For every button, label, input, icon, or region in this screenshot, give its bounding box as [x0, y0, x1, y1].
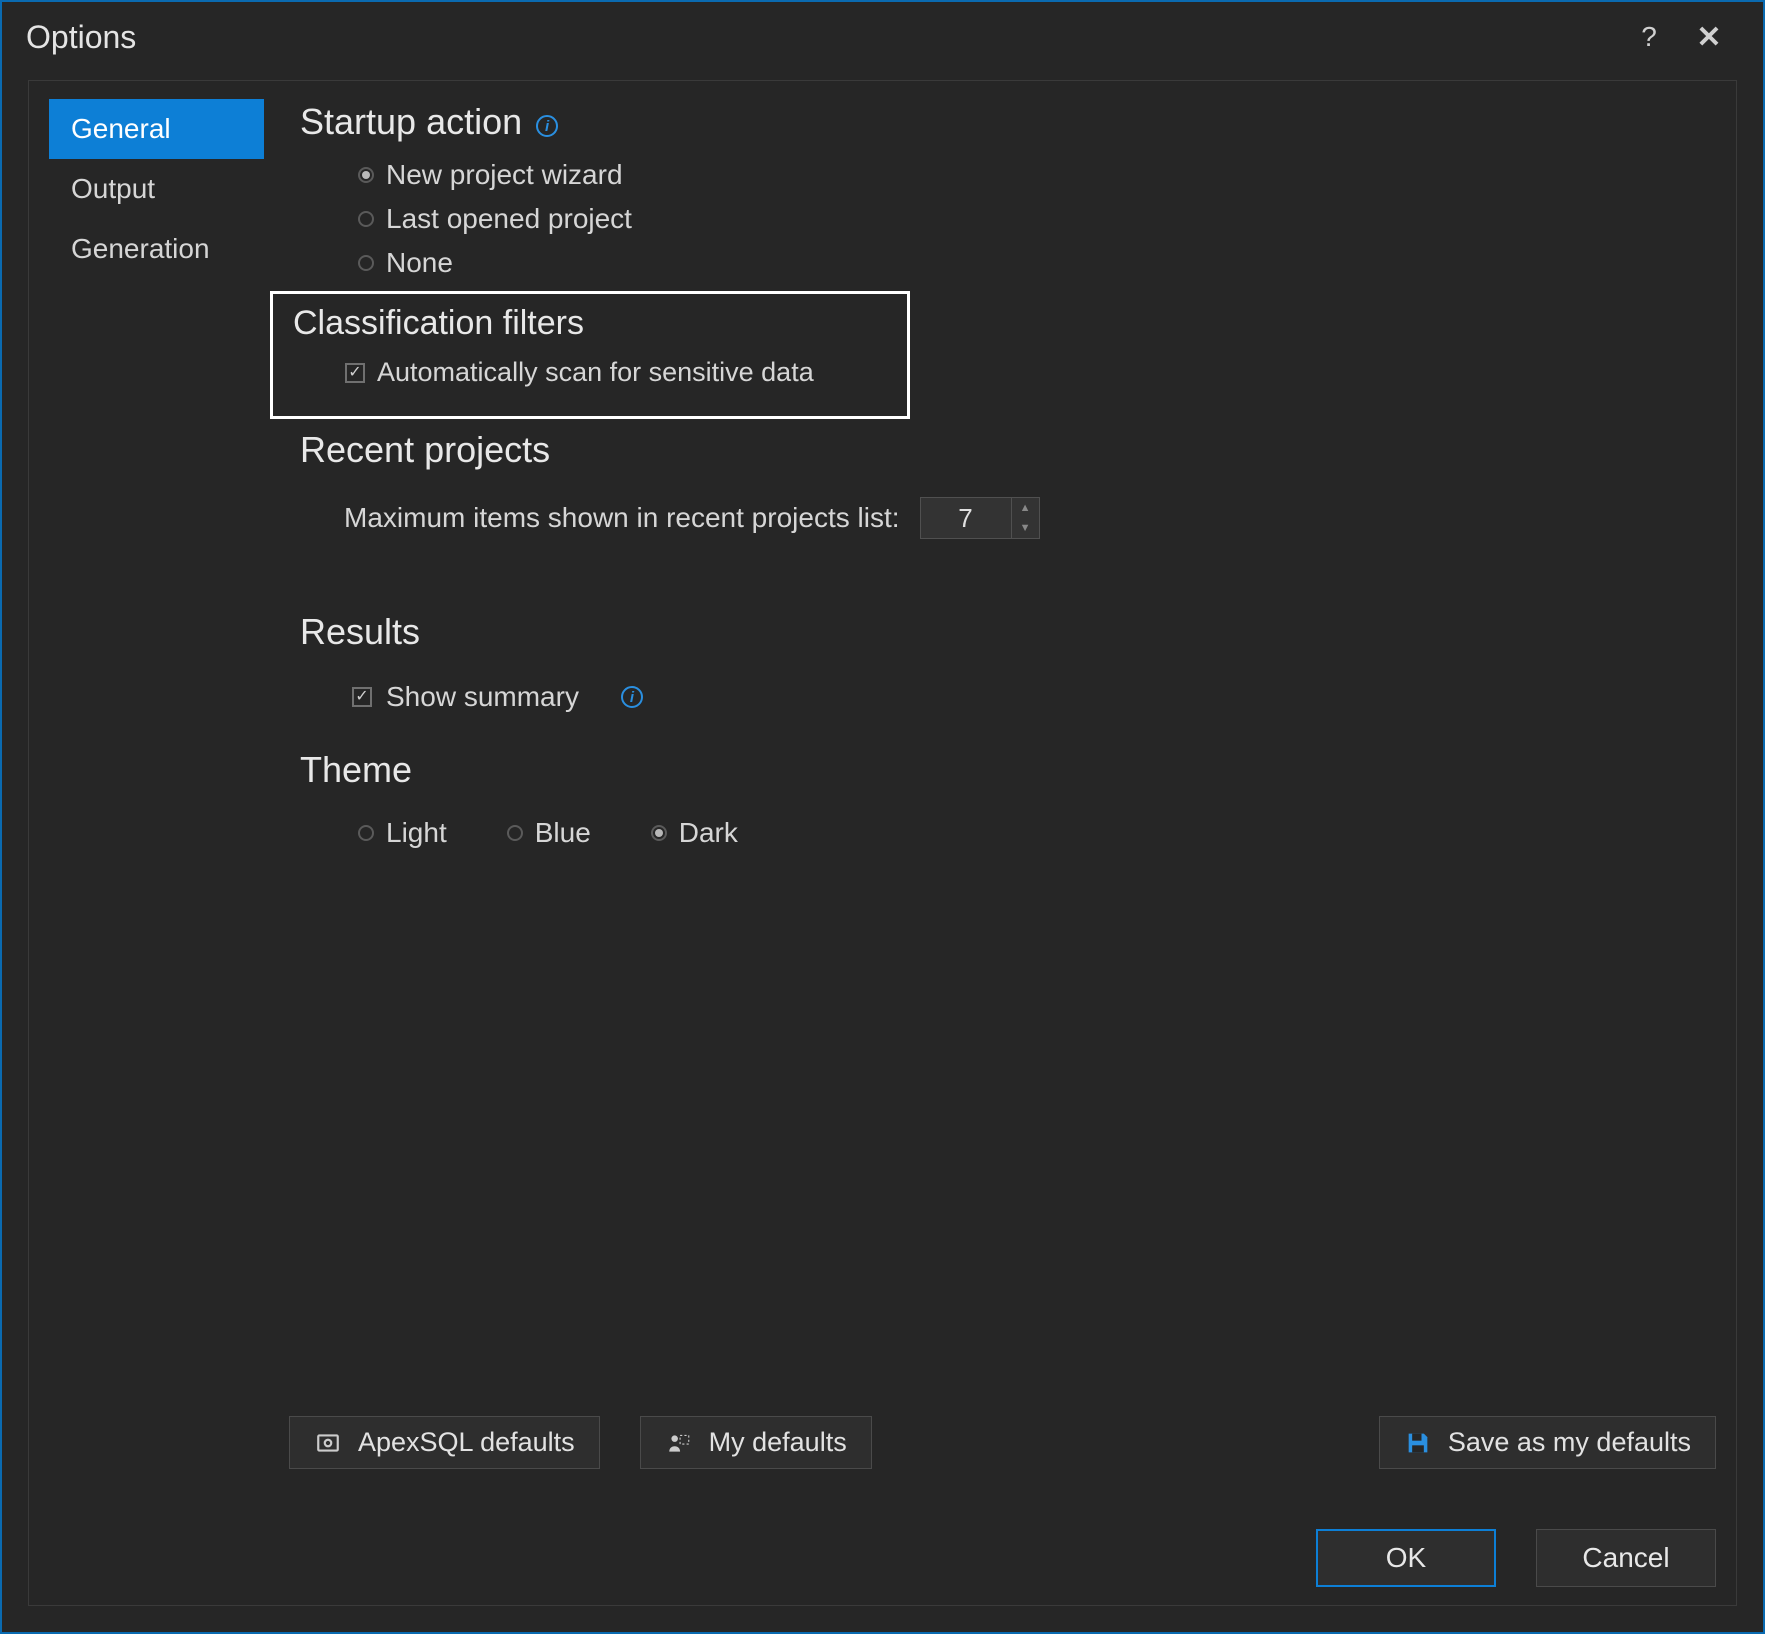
ok-label: OK — [1386, 1542, 1426, 1574]
close-icon: ✕ — [1696, 20, 1721, 55]
radio-icon — [358, 167, 374, 183]
tab-general[interactable]: General — [49, 99, 264, 159]
results-heading: Results — [300, 611, 1716, 653]
startup-radio-last-opened[interactable]: Last opened project — [300, 197, 1716, 241]
spinner-value: 7 — [921, 498, 1011, 538]
cancel-label: Cancel — [1582, 1542, 1669, 1574]
help-icon: ? — [1641, 21, 1657, 53]
startup-action-heading: Startup action i — [300, 101, 1716, 143]
cancel-button[interactable]: Cancel — [1536, 1529, 1716, 1587]
ok-button[interactable]: OK — [1316, 1529, 1496, 1587]
apex-defaults-button[interactable]: ApexSQL defaults — [289, 1416, 600, 1469]
info-icon[interactable]: i — [536, 115, 558, 137]
theme-heading: Theme — [300, 749, 1716, 791]
startup-radio-none[interactable]: None — [300, 241, 1716, 285]
radio-icon — [358, 825, 374, 841]
radio-label: Blue — [535, 817, 591, 849]
startup-action-title: Startup action — [300, 101, 522, 143]
checkbox-icon — [352, 687, 372, 707]
general-panel: Startup action i New project wizard Last… — [264, 99, 1716, 1398]
window-title: Options — [26, 19, 136, 56]
classification-filters-box: Classification filters Automatically sca… — [270, 291, 910, 419]
gear-icon — [314, 1429, 342, 1457]
recent-max-row: Maximum items shown in recent projects l… — [300, 481, 1716, 559]
show-summary-checkbox[interactable]: Show summary i — [300, 663, 1716, 713]
radio-icon — [358, 255, 374, 271]
theme-section: Theme Light Blue Dark — [300, 749, 1716, 849]
recent-max-label: Maximum items shown in recent projects l… — [344, 502, 900, 534]
radio-label: Light — [386, 817, 447, 849]
info-icon[interactable]: i — [621, 686, 643, 708]
show-summary-label: Show summary — [386, 681, 579, 713]
radio-icon — [358, 211, 374, 227]
titlebar: Options ? ✕ — [2, 2, 1763, 72]
tab-generation[interactable]: Generation — [49, 219, 264, 279]
theme-radio-light[interactable]: Light — [358, 817, 447, 849]
auto-scan-label: Automatically scan for sensitive data — [377, 357, 814, 388]
radio-label: Last opened project — [386, 203, 632, 235]
dialog-footer: ApexSQL defaults My defaults Save as my … — [49, 1398, 1716, 1587]
theme-radio-dark[interactable]: Dark — [651, 817, 738, 849]
radio-label: Dark — [679, 817, 738, 849]
radio-icon — [651, 825, 667, 841]
tab-output[interactable]: Output — [49, 159, 264, 219]
apex-defaults-label: ApexSQL defaults — [358, 1427, 575, 1458]
options-dialog: Options ? ✕ General Output Generation St… — [0, 0, 1765, 1634]
radio-label: None — [386, 247, 453, 279]
tab-generation-label: Generation — [71, 233, 210, 264]
startup-radio-new-project[interactable]: New project wizard — [300, 153, 1716, 197]
close-button[interactable]: ✕ — [1679, 12, 1739, 62]
user-defaults-icon — [665, 1429, 693, 1457]
content-frame: General Output Generation Startup action… — [28, 80, 1737, 1606]
theme-options: Light Blue Dark — [300, 801, 1716, 849]
theme-radio-blue[interactable]: Blue — [507, 817, 591, 849]
my-defaults-label: My defaults — [709, 1427, 847, 1458]
checkbox-icon — [345, 363, 365, 383]
auto-scan-checkbox[interactable]: Automatically scan for sensitive data — [293, 351, 887, 394]
tab-general-label: General — [71, 113, 171, 144]
recent-projects-title: Recent projects — [300, 429, 550, 471]
radio-label: New project wizard — [386, 159, 623, 191]
results-section: Results Show summary i — [300, 611, 1716, 713]
spinner-arrows: ▲ ▼ — [1011, 498, 1039, 538]
radio-icon — [507, 825, 523, 841]
spinner-down[interactable]: ▼ — [1012, 518, 1039, 538]
results-title: Results — [300, 611, 420, 653]
classification-heading: Classification filters — [293, 304, 887, 343]
classification-title: Classification filters — [293, 304, 584, 343]
tab-output-label: Output — [71, 173, 155, 204]
help-button[interactable]: ? — [1619, 12, 1679, 62]
my-defaults-button[interactable]: My defaults — [640, 1416, 872, 1469]
save-as-my-defaults-button[interactable]: Save as my defaults — [1379, 1416, 1716, 1469]
recent-max-spinner[interactable]: 7 ▲ ▼ — [920, 497, 1040, 539]
save-icon — [1404, 1429, 1432, 1457]
theme-title: Theme — [300, 749, 412, 791]
side-tabs: General Output Generation — [49, 99, 264, 1398]
spinner-up[interactable]: ▲ — [1012, 498, 1039, 518]
recent-projects-section: Recent projects Maximum items shown in r… — [300, 429, 1716, 559]
recent-projects-heading: Recent projects — [300, 429, 1716, 471]
save-defaults-label: Save as my defaults — [1448, 1427, 1691, 1458]
